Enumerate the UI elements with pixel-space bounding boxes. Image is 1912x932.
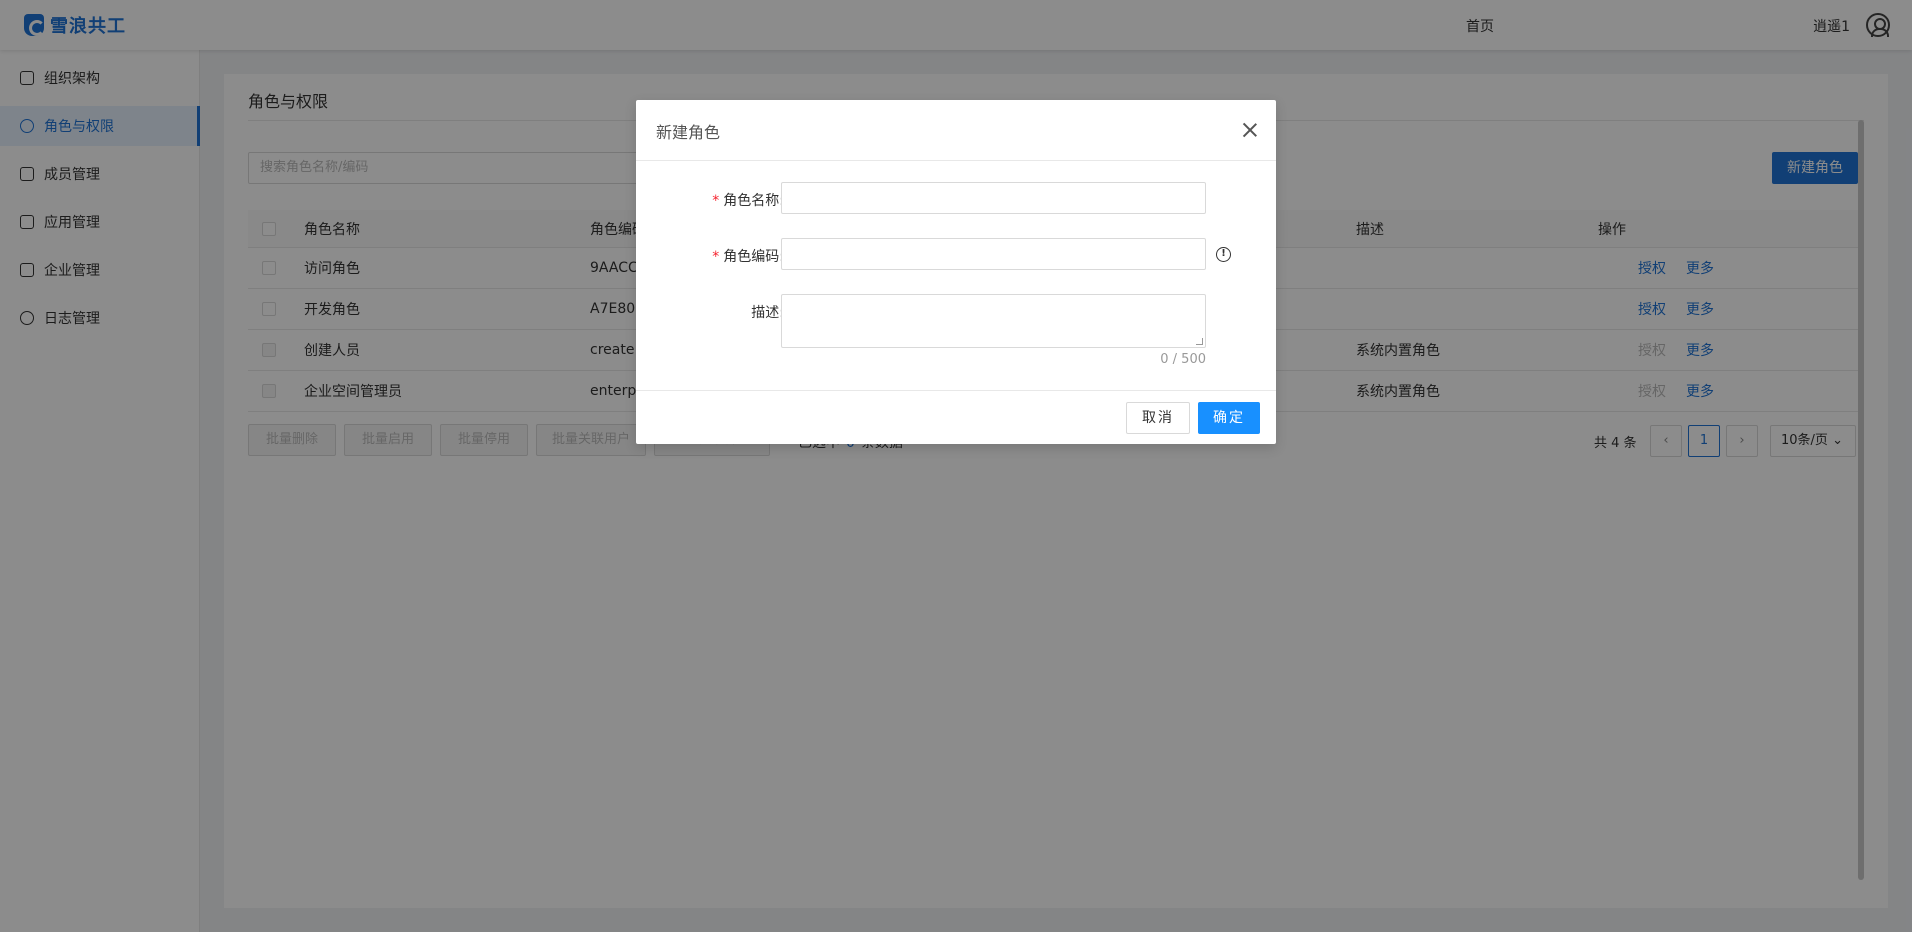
close-icon[interactable] (1242, 122, 1258, 138)
confirm-button[interactable]: 确定 (1198, 402, 1260, 434)
dialog-title: 新建角色 (656, 123, 721, 142)
role-code-input[interactable] (781, 238, 1206, 270)
role-name-label: * 角色名称: (712, 193, 784, 209)
dialog-header: 新建角色 (636, 100, 1276, 161)
role-name-label-text: 角色名称: (723, 193, 784, 209)
cancel-button[interactable]: 取消 (1126, 402, 1190, 434)
info-icon[interactable]: ! (1216, 247, 1231, 262)
description-label: 描述: (751, 305, 784, 321)
role-code-label-text: 角色编码: (723, 249, 784, 265)
dialog-footer: 取消 确定 (636, 390, 1276, 444)
char-counter: 0 / 500 (1160, 352, 1206, 367)
role-name-input[interactable] (781, 182, 1206, 214)
new-role-dialog: 新建角色 * 角色名称: * 角色编码: ! 描述: 0 / 500 取消 确定 (636, 100, 1276, 444)
description-textarea[interactable] (781, 294, 1206, 348)
role-code-label: * 角色编码: (712, 249, 784, 265)
